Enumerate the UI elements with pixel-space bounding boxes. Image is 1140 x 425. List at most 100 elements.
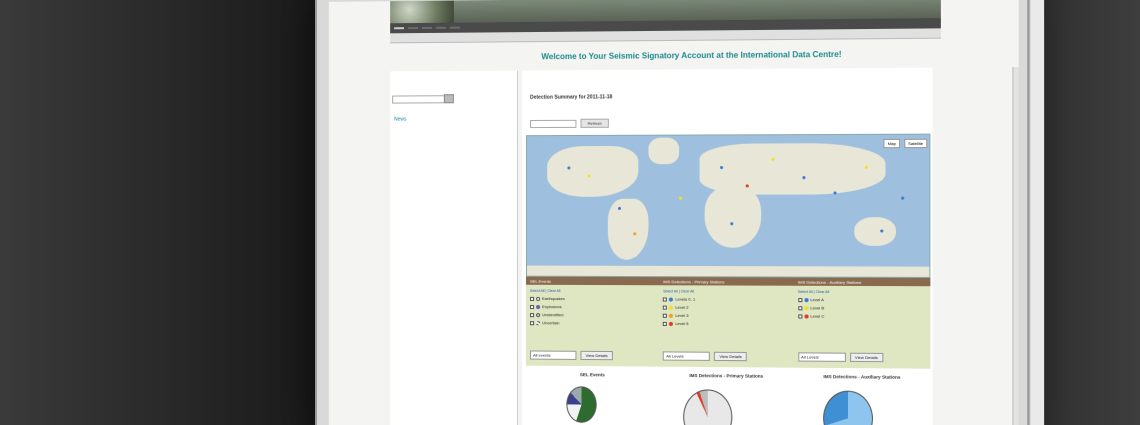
date-input[interactable] bbox=[530, 119, 577, 128]
land-south-america bbox=[607, 198, 649, 260]
legend-row[interactable]: Explosions bbox=[530, 304, 655, 310]
page-scrollbar[interactable] bbox=[1012, 66, 1019, 425]
legend-label: Uncertain bbox=[542, 320, 560, 326]
sel-filter-select[interactable]: All events bbox=[530, 350, 577, 360]
checkbox[interactable] bbox=[663, 321, 668, 326]
map-marker[interactable] bbox=[802, 176, 806, 180]
checkbox[interactable] bbox=[663, 296, 668, 302]
land-africa bbox=[704, 186, 762, 248]
map-marker[interactable] bbox=[679, 196, 683, 200]
browser-screen: Welcome to Your Seismic Signatory Accoun… bbox=[328, 0, 1019, 425]
checkbox[interactable] bbox=[663, 313, 668, 318]
legend-row[interactable]: Earthquakes bbox=[530, 296, 655, 302]
monitor-bezel-edge bbox=[1029, 0, 1045, 425]
legend-symbol bbox=[669, 321, 674, 326]
map-marker[interactable] bbox=[880, 229, 884, 233]
select-all-link[interactable]: Select All | Clear All bbox=[530, 289, 655, 294]
select-all-link[interactable]: Select All | Clear All bbox=[663, 289, 790, 294]
primary-filter-select[interactable]: All Levels bbox=[663, 351, 711, 361]
legend-symbol bbox=[536, 320, 541, 325]
checkbox[interactable] bbox=[663, 305, 668, 310]
legend-header-sel: SEL Events bbox=[530, 278, 551, 284]
legend-row[interactable]: Level C bbox=[797, 313, 926, 319]
search-button[interactable] bbox=[443, 94, 454, 104]
legend-row[interactable]: Level 3 bbox=[663, 313, 790, 319]
news-item[interactable] bbox=[396, 166, 514, 176]
select-all-link[interactable]: Select All | Clear All bbox=[798, 290, 926, 295]
legend-panel: Select All | Clear All Earthquakes Explo… bbox=[526, 284, 931, 369]
nav-tab[interactable] bbox=[408, 27, 418, 30]
legend-row[interactable]: Level A bbox=[797, 297, 926, 303]
chart-title: IMS Detections - Primary Stations bbox=[689, 372, 764, 379]
map-marker[interactable] bbox=[864, 165, 868, 169]
chart-auxiliary: IMS Detections - Auxiliary Stations bbox=[794, 372, 931, 425]
welcome-title: Welcome to Your Seismic Signatory Accoun… bbox=[541, 49, 842, 62]
checkbox[interactable] bbox=[797, 305, 803, 310]
checkbox[interactable] bbox=[530, 312, 535, 317]
map-marker[interactable] bbox=[720, 166, 724, 170]
map-marker[interactable] bbox=[617, 206, 622, 210]
map-marker[interactable] bbox=[745, 184, 749, 188]
date-picker: Refresh bbox=[530, 118, 609, 128]
legend-col-sel: Select All | Clear All Earthquakes Explo… bbox=[526, 285, 659, 367]
map-marker[interactable] bbox=[587, 174, 591, 178]
legend-row[interactable]: Level B bbox=[797, 305, 926, 311]
legend-label: Level 5 bbox=[675, 320, 689, 327]
nav-tab[interactable] bbox=[435, 26, 446, 29]
legend-symbol bbox=[536, 296, 541, 301]
legend-label: Explosions bbox=[542, 304, 562, 310]
checkbox[interactable] bbox=[530, 304, 535, 309]
checkbox[interactable] bbox=[530, 296, 535, 301]
checkbox[interactable] bbox=[530, 320, 535, 325]
auxiliary-filter-select[interactable]: All Levels bbox=[797, 352, 846, 362]
view-details-button[interactable]: View Details bbox=[849, 352, 883, 363]
checkbox[interactable] bbox=[797, 313, 803, 319]
legend-symbol bbox=[669, 305, 674, 310]
legend-symbol bbox=[804, 297, 809, 302]
nav-tab[interactable] bbox=[421, 26, 432, 30]
checkbox[interactable] bbox=[797, 297, 803, 302]
legend-row[interactable]: Levels 0, 1 bbox=[663, 296, 790, 302]
left-sidebar: News bbox=[390, 70, 518, 425]
map-type-button[interactable]: Map bbox=[883, 138, 901, 149]
nav-tab[interactable] bbox=[449, 26, 460, 29]
legend-row[interactable]: Level 2 bbox=[663, 305, 790, 311]
map-marker[interactable] bbox=[730, 222, 734, 226]
legend-col-primary: Select All | Clear All Levels 0, 1 Level… bbox=[659, 285, 794, 367]
scene: Welcome to Your Seismic Signatory Accoun… bbox=[0, 0, 1140, 425]
refresh-button[interactable]: Refresh bbox=[580, 118, 609, 128]
chart-title: IMS Detections - Auxiliary Stations bbox=[823, 374, 901, 380]
legend-label: Level 2 bbox=[675, 304, 689, 310]
legend-symbol bbox=[669, 296, 674, 302]
chart-primary: IMS Detections - Primary Stations bbox=[659, 371, 794, 425]
nav-tab-active[interactable] bbox=[394, 27, 405, 30]
legend-label: Levels 0, 1 bbox=[675, 296, 696, 302]
view-details-button[interactable]: View Details bbox=[580, 350, 613, 361]
land-greenland bbox=[648, 137, 680, 165]
map-marker[interactable] bbox=[633, 232, 637, 236]
land-north-america bbox=[547, 145, 639, 197]
legend-label: Level 3 bbox=[675, 312, 689, 318]
news-item[interactable] bbox=[396, 144, 514, 159]
map-marker[interactable] bbox=[901, 196, 905, 200]
legend-symbol bbox=[669, 313, 674, 318]
legend-header-primary: IMS Detections - Primary Stations bbox=[663, 278, 725, 284]
news-item[interactable] bbox=[396, 182, 514, 197]
legend-label: Unidentified bbox=[542, 312, 564, 318]
legend-row[interactable]: Unidentified bbox=[530, 312, 655, 318]
satellite-type-button[interactable]: Satellite bbox=[904, 138, 928, 149]
map-marker[interactable] bbox=[567, 166, 571, 170]
world-map[interactable]: Map Satellite bbox=[526, 133, 931, 278]
news-item[interactable] bbox=[396, 219, 514, 234]
legend-row[interactable]: Level 5 bbox=[663, 321, 790, 327]
legend-label: Earthquakes bbox=[542, 295, 565, 302]
map-marker[interactable] bbox=[833, 191, 837, 195]
legend-row[interactable]: Uncertain bbox=[530, 320, 655, 326]
news-item[interactable] bbox=[396, 128, 514, 139]
news-item[interactable] bbox=[396, 203, 514, 213]
legend-label: Level A bbox=[810, 297, 824, 303]
legend-symbol bbox=[804, 305, 809, 310]
view-details-button[interactable]: View Details bbox=[714, 351, 748, 362]
map-marker[interactable] bbox=[771, 157, 775, 161]
pie-chart-primary bbox=[683, 389, 733, 425]
